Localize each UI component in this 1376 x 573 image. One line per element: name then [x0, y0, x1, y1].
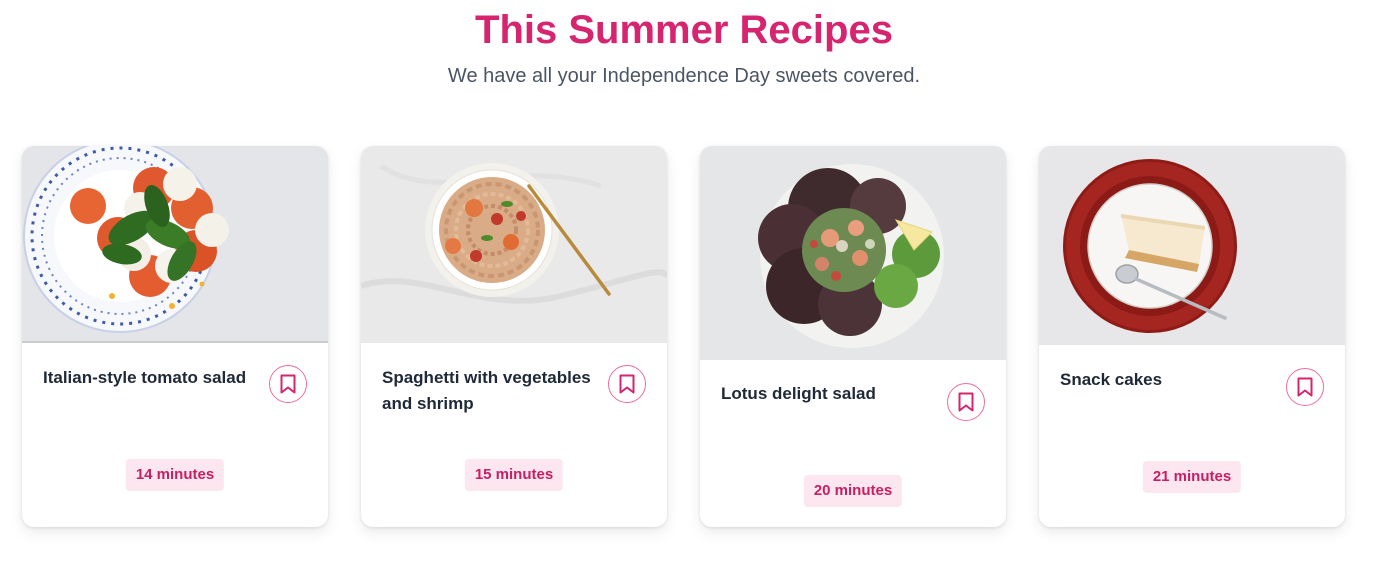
- recipe-card[interactable]: Lotus delight salad 20 minutes: [700, 146, 1006, 527]
- bookmark-button[interactable]: [1286, 368, 1324, 406]
- bookmark-button[interactable]: [608, 365, 646, 403]
- bookmark-button[interactable]: [269, 365, 307, 403]
- bookmark-icon: [1297, 377, 1313, 397]
- page-title: This Summer Recipes: [475, 8, 893, 52]
- recipe-image-lotus-salad: [700, 146, 1006, 360]
- duration-badge: 15 minutes: [464, 459, 564, 491]
- recipe-image-shrimp-spaghetti: [361, 146, 667, 343]
- recipe-card[interactable]: Spaghetti with vegetables and shrimp 15 …: [361, 146, 667, 527]
- bookmark-icon: [958, 392, 974, 412]
- recipe-image-tomato-salad: [22, 146, 328, 343]
- recipe-title: Snack cakes: [1060, 370, 1163, 389]
- recipes-page: This Summer Recipes We have all your Ind…: [0, 0, 1376, 573]
- recipe-title: Lotus delight salad: [721, 384, 876, 403]
- duration-badge: 20 minutes: [803, 475, 903, 507]
- duration-badge: 14 minutes: [125, 459, 225, 491]
- recipe-title: Spaghetti with vegetables and shrimp: [382, 368, 591, 413]
- bookmark-icon: [619, 374, 635, 394]
- recipe-card[interactable]: Italian-style tomato salad 14 minutes: [22, 146, 328, 527]
- duration-badge: 21 minutes: [1142, 461, 1242, 493]
- recipe-card[interactable]: Snack cakes 21 minutes: [1039, 146, 1345, 527]
- recipe-title: Italian-style tomato salad: [43, 368, 247, 387]
- recipe-image-snack-cake: [1039, 146, 1345, 345]
- bookmark-button[interactable]: [947, 383, 985, 421]
- bookmark-icon: [280, 374, 296, 394]
- page-subtitle: We have all your Independence Day sweets…: [447, 65, 921, 87]
